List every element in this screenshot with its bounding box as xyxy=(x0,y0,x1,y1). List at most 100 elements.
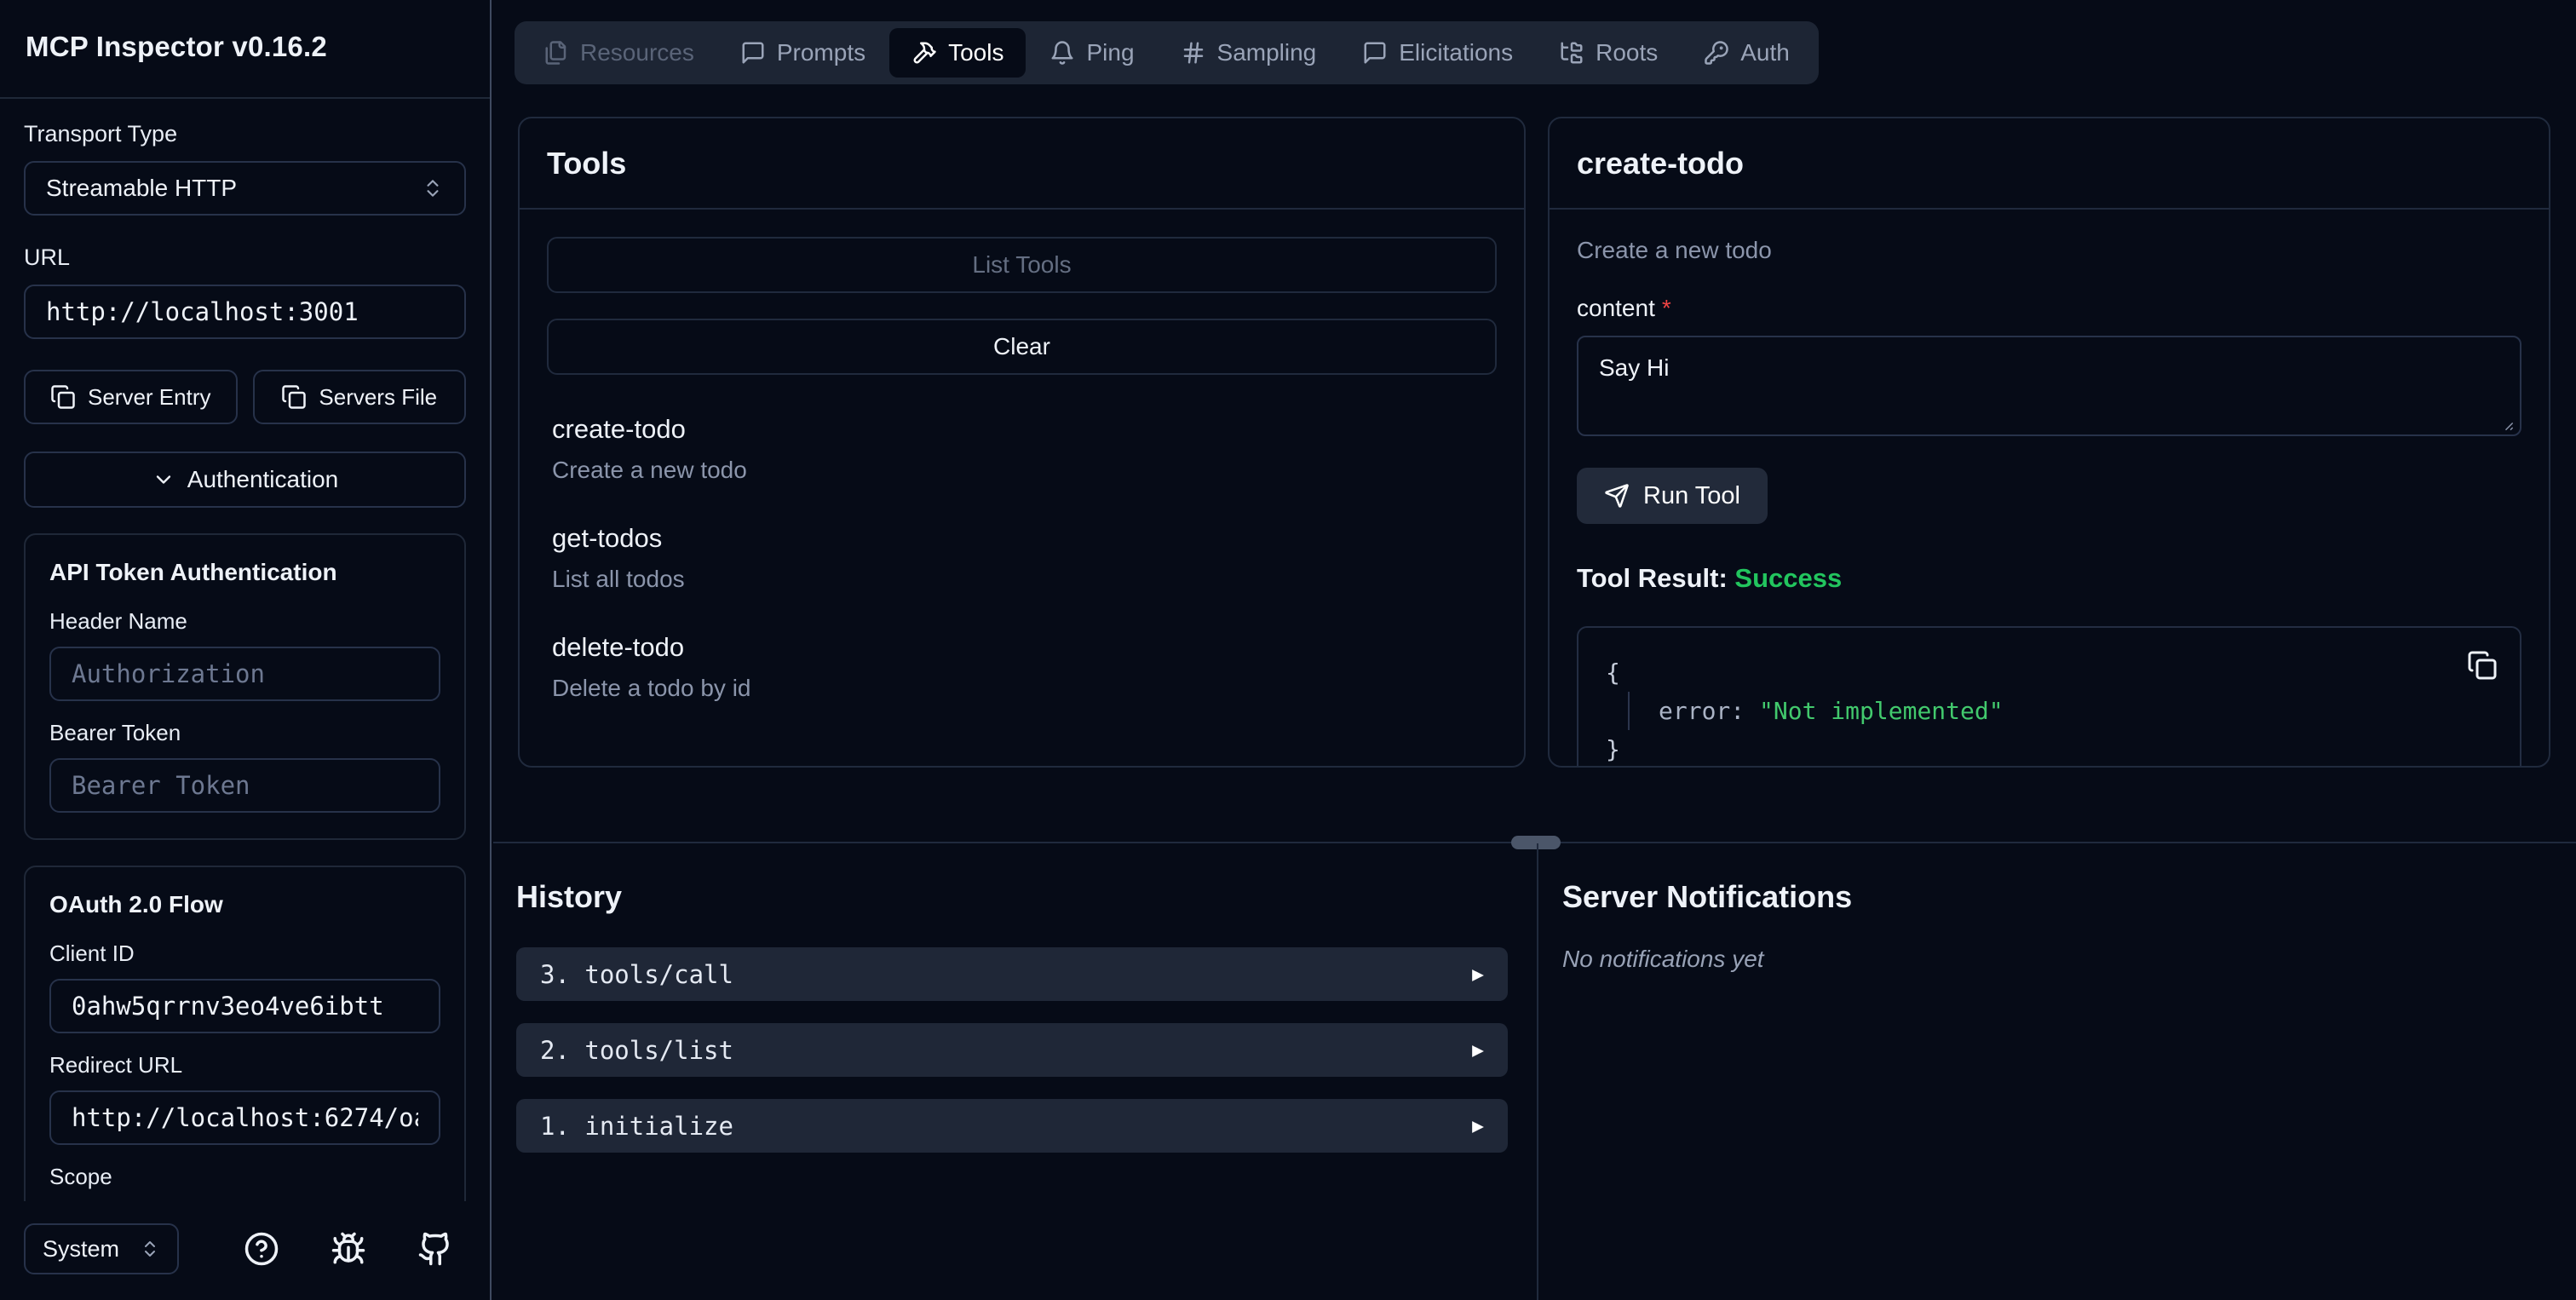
bearer-token-field-wrap xyxy=(49,758,440,813)
copy-result-button[interactable] xyxy=(2467,650,2498,681)
api-token-title: API Token Authentication xyxy=(49,559,337,585)
transport-group: Transport Type Streamable HTTP xyxy=(24,121,466,216)
bearer-token-input[interactable] xyxy=(72,771,418,800)
tab-label: Prompts xyxy=(776,39,866,66)
client-id-input[interactable] xyxy=(72,992,418,1021)
transport-type-select[interactable]: Streamable HTTP xyxy=(24,161,466,216)
run-tool-panel-body: Create a new todo content * Say Hi Run T… xyxy=(1550,210,2549,766)
files-icon xyxy=(543,40,569,66)
tool-result-line: Tool Result: Success xyxy=(1577,563,2521,594)
tab-prompts[interactable]: Prompts xyxy=(718,28,888,78)
tab-label: Tools xyxy=(948,39,1004,66)
history-row-label: 2. tools/list xyxy=(540,1035,733,1065)
tool-list: create-todo Create a new todo get-todos … xyxy=(547,414,1497,702)
tab-label: Resources xyxy=(580,39,694,66)
copy-icon xyxy=(281,384,307,410)
servers-file-button[interactable]: Servers File xyxy=(252,370,466,424)
footer-icons xyxy=(244,1231,453,1267)
copy-buttons-row: Server Entry Servers File xyxy=(24,370,466,424)
tool-name: get-todos xyxy=(552,523,663,553)
content-field-wrap: Say Hi xyxy=(1577,336,2521,440)
history-panel: History 3. tools/call ▶ 2. tools/list ▶ … xyxy=(493,843,1537,1300)
mcp-inspector-app: MCP Inspector v0.16.2 Transport Type Str… xyxy=(0,0,2576,1300)
tools-panel-body: List Tools Clear create-todo Create a ne… xyxy=(520,210,1524,766)
bug-report-button[interactable] xyxy=(331,1231,366,1267)
url-field-wrap xyxy=(24,285,466,339)
tab-resources[interactable]: Resources xyxy=(521,28,716,78)
client-id-label: Client ID xyxy=(49,940,135,966)
tab-ping[interactable]: Ping xyxy=(1027,28,1156,78)
tool-list-item-get-todos[interactable]: get-todos List all todos xyxy=(552,523,1492,593)
json-close-brace: } xyxy=(1606,735,1620,763)
server-entry-button[interactable]: Server Entry xyxy=(24,370,238,424)
client-id-field-wrap xyxy=(49,979,440,1033)
help-button[interactable] xyxy=(244,1231,279,1267)
tool-list-item-delete-todo[interactable]: delete-todo Delete a todo by id xyxy=(552,632,1492,702)
history-row-tools-list[interactable]: 2. tools/list ▶ xyxy=(516,1023,1508,1077)
expand-arrow-icon: ▶ xyxy=(1472,1114,1484,1137)
tab-tools[interactable]: Tools xyxy=(889,28,1026,78)
bell-icon xyxy=(1049,40,1075,66)
send-icon xyxy=(1604,483,1630,509)
expand-arrow-icon: ▶ xyxy=(1472,1038,1484,1061)
theme-select[interactable]: System xyxy=(24,1223,179,1274)
json-error-line: error: "Not implemented" xyxy=(1628,692,2493,730)
tab-roots[interactable]: Roots xyxy=(1537,28,1680,78)
redirect-url-field-wrap xyxy=(49,1090,440,1145)
content-field-label: content * xyxy=(1577,295,2521,322)
history-row-initialize[interactable]: 1. initialize ▶ xyxy=(516,1099,1508,1153)
header-name-label: Header Name xyxy=(49,608,187,634)
server-notifications-title: Server Notifications xyxy=(1562,879,1853,914)
json-open-brace: { xyxy=(1606,659,1620,687)
chevrons-up-down-icon xyxy=(140,1239,160,1259)
transport-type-value: Streamable HTTP xyxy=(46,175,238,201)
tool-description: Delete a todo by id xyxy=(552,675,751,701)
redirect-url-input[interactable] xyxy=(72,1103,418,1132)
app-title: MCP Inspector v0.16.2 xyxy=(26,31,327,62)
key-icon xyxy=(1704,40,1729,66)
no-notifications-message: No notifications yet xyxy=(1562,946,1764,972)
tab-elicitations[interactable]: Elicitations xyxy=(1340,28,1535,78)
sidebar-footer: System xyxy=(0,1201,490,1300)
url-label: URL xyxy=(24,244,71,270)
copy-icon xyxy=(2467,650,2498,681)
folder-tree-icon xyxy=(1559,40,1584,66)
tool-description: List all todos xyxy=(552,566,685,592)
json-value: "Not implemented" xyxy=(1759,697,2004,725)
redirect-url-label: Redirect URL xyxy=(49,1052,183,1078)
list-tools-button[interactable]: List Tools xyxy=(547,237,1497,293)
message-square-icon xyxy=(1362,40,1388,66)
tab-auth[interactable]: Auth xyxy=(1682,28,1812,78)
tab-label: Elicitations xyxy=(1399,39,1514,66)
tab-label: Ping xyxy=(1086,39,1135,66)
authentication-label: Authentication xyxy=(187,466,339,492)
bug-icon xyxy=(331,1231,366,1267)
content-label-text: content xyxy=(1577,295,1655,321)
tools-panel: Tools List Tools Clear create-todo Creat… xyxy=(518,117,1526,768)
tool-result-status: Success xyxy=(1734,563,1843,593)
tool-list-item-create-todo[interactable]: create-todo Create a new todo xyxy=(552,414,1492,484)
content-textarea[interactable]: Say Hi xyxy=(1577,336,2521,436)
github-button[interactable] xyxy=(417,1231,453,1267)
server-notifications-panel: Server Notifications No notifications ye… xyxy=(1538,843,2576,1300)
json-key: error: xyxy=(1659,697,1745,725)
clear-tools-button[interactable]: Clear xyxy=(547,319,1497,375)
resize-grip-icon[interactable] xyxy=(2496,413,2515,432)
transport-type-label: Transport Type xyxy=(24,121,178,147)
history-row-tools-call[interactable]: 3. tools/call ▶ xyxy=(516,947,1508,1001)
tool-name: delete-todo xyxy=(552,632,685,662)
api-token-card: API Token Authentication Header Name Bea… xyxy=(24,533,466,840)
url-input[interactable] xyxy=(46,297,444,326)
sidebar-body: Transport Type Streamable HTTP URL http:… xyxy=(0,99,490,1201)
sidebar: MCP Inspector v0.16.2 Transport Type Str… xyxy=(0,0,492,1300)
tab-sampling[interactable]: Sampling xyxy=(1159,28,1339,78)
header-name-input[interactable] xyxy=(72,659,418,688)
tools-panel-header: Tools xyxy=(520,118,1524,210)
selected-tool-title: create-todo xyxy=(1577,145,1745,181)
chevron-down-icon xyxy=(152,468,175,492)
tool-name: create-todo xyxy=(552,414,686,444)
run-tool-button[interactable]: Run Tool xyxy=(1577,468,1768,524)
tab-bar: Resources Prompts Tools Ping Sampling El… xyxy=(515,21,1819,84)
authentication-toggle[interactable]: Authentication xyxy=(24,452,466,508)
url-group: URL xyxy=(24,244,466,339)
